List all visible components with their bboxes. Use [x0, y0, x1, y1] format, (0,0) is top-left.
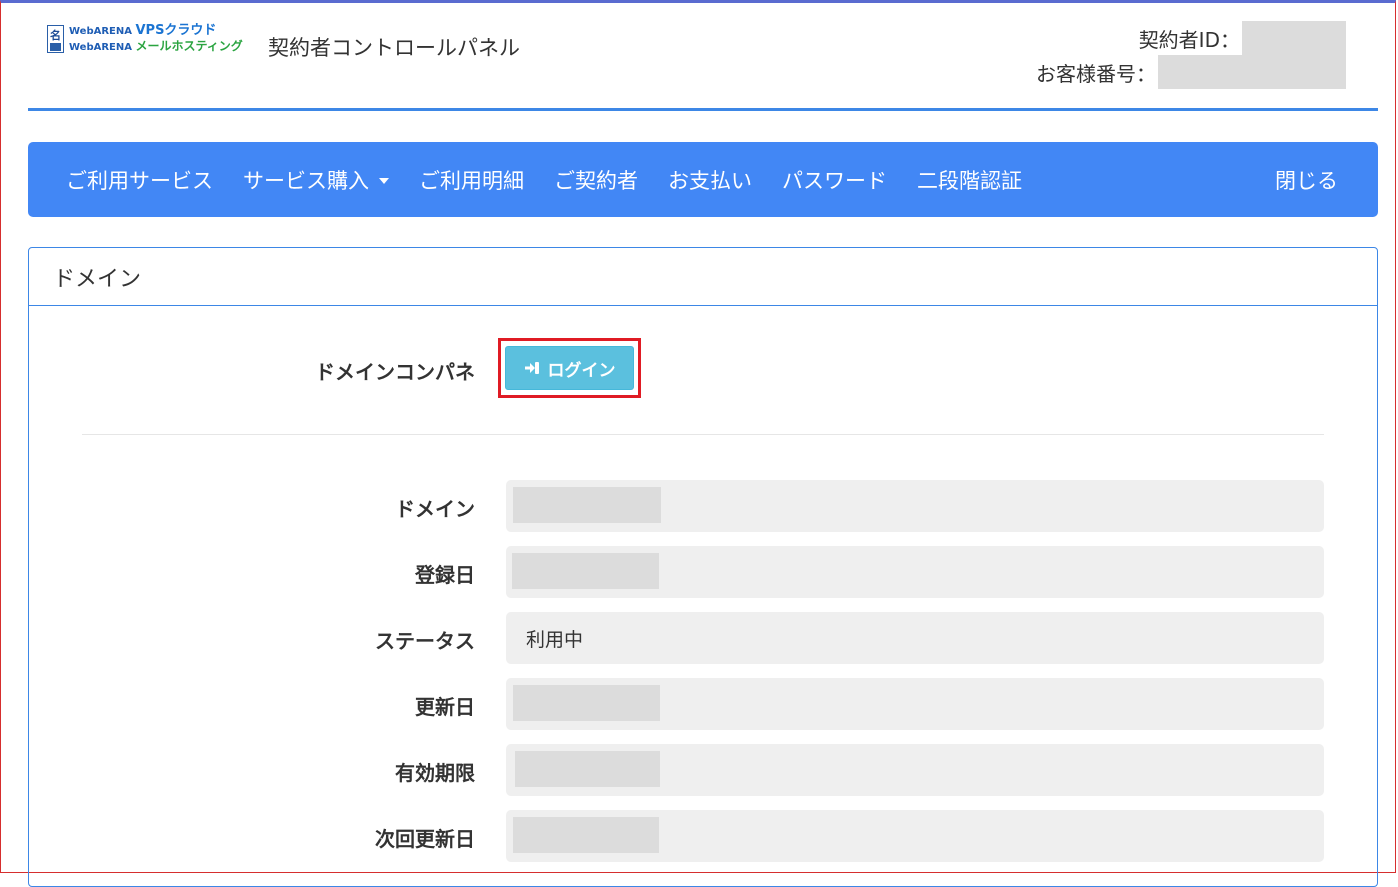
nav-close-button[interactable]: 閉じる	[1275, 142, 1338, 217]
field-updated-value	[506, 678, 1324, 730]
field-registered: 登録日	[29, 546, 1377, 598]
sign-in-icon	[524, 362, 539, 374]
field-status-text: 利用中	[526, 629, 584, 651]
nav-item-services[interactable]: ご利用サービス	[66, 165, 213, 195]
contract-id-row: 契約者ID：	[1139, 21, 1346, 55]
field-registered-label: 登録日	[415, 563, 475, 587]
account-info: 契約者ID： お客様番号：	[1026, 21, 1346, 89]
app-title: 契約者コントロールパネル	[268, 36, 520, 60]
logo-mark-char: 名	[50, 29, 61, 42]
logo-line-1: WebARENA VPSクラウド	[69, 22, 243, 39]
field-expiry-label: 有効期限	[395, 761, 475, 785]
field-domain-label: ドメイン	[395, 497, 475, 521]
field-status: ステータス 利用中	[29, 612, 1377, 664]
contract-id-label: 契約者ID：	[1138, 27, 1240, 52]
field-registered-redacted	[512, 553, 659, 589]
customer-number-label: お客様番号：	[1036, 61, 1156, 86]
field-next-renewal-label: 次回更新日	[375, 827, 475, 851]
logo-mark-icon: 名	[47, 25, 64, 53]
nav-item-contractor[interactable]: ご契約者	[554, 165, 638, 195]
nav-item-purchase-label: サービス購入	[243, 168, 369, 193]
logo-line-2-small: WebARENA	[69, 41, 132, 53]
field-next-renewal-value	[506, 810, 1324, 862]
field-registered-value	[506, 546, 1324, 598]
nav-items: ご利用サービス サービス購入 ご利用明細 ご契約者 お支払い パスワード 二段階…	[66, 142, 1052, 217]
nav-item-two-factor[interactable]: 二段階認証	[917, 165, 1022, 195]
customer-number-row: お客様番号：	[1036, 55, 1346, 89]
domain-panel: ドメイン ドメインコンパネ ログイン ドメイン 登録日 ステータス 利用中 更新…	[28, 247, 1378, 887]
logo-line-2: WebARENA メールホスティング	[69, 39, 243, 55]
logo-mark-square	[50, 43, 61, 51]
control-panel-row: ドメインコンパネ ログイン	[29, 338, 1377, 398]
field-status-label: ステータス	[375, 629, 475, 653]
brand-logo[interactable]: 名 WebARENA VPSクラウド WebARENA メールホスティング	[47, 22, 243, 55]
contract-id-redacted	[1242, 21, 1346, 55]
field-next-renewal: 次回更新日	[29, 810, 1377, 862]
login-highlight-box: ログイン	[498, 338, 641, 398]
main-navbar: ご利用サービス サービス購入 ご利用明細 ご契約者 お支払い パスワード 二段階…	[28, 142, 1378, 217]
nav-item-password[interactable]: パスワード	[782, 165, 887, 195]
field-domain: ドメイン	[29, 480, 1377, 532]
caret-down-icon	[379, 177, 389, 184]
field-status-value: 利用中	[506, 612, 1324, 664]
field-domain-value	[506, 480, 1324, 532]
field-updated-label: 更新日	[415, 695, 475, 719]
logo-line-1-small: WebARENA	[69, 25, 132, 37]
logo-text: WebARENA VPSクラウド WebARENA メールホスティング	[69, 22, 243, 55]
control-panel-label: ドメインコンパネ	[315, 360, 475, 384]
field-expiry: 有効期限	[29, 744, 1377, 796]
field-updated: 更新日	[29, 678, 1377, 730]
login-button-label: ログイン	[547, 360, 616, 381]
logo-line-2-big: メールホスティング	[135, 38, 243, 53]
logo-line-1-big: VPSクラウド	[135, 22, 217, 38]
field-updated-redacted	[513, 685, 660, 721]
nav-item-billing[interactable]: ご利用明細	[419, 165, 524, 195]
nav-item-payment[interactable]: お支払い	[668, 165, 752, 195]
panel-title: ドメイン	[29, 248, 1377, 306]
header-divider	[28, 108, 1378, 111]
login-button[interactable]: ログイン	[505, 346, 634, 390]
section-divider	[82, 434, 1324, 435]
field-next-renewal-redacted	[513, 817, 659, 853]
field-expiry-value	[506, 744, 1324, 796]
field-domain-redacted	[513, 487, 661, 523]
nav-item-purchase[interactable]: サービス購入	[243, 165, 389, 195]
customer-number-redacted	[1158, 55, 1346, 89]
field-expiry-redacted	[515, 751, 660, 787]
